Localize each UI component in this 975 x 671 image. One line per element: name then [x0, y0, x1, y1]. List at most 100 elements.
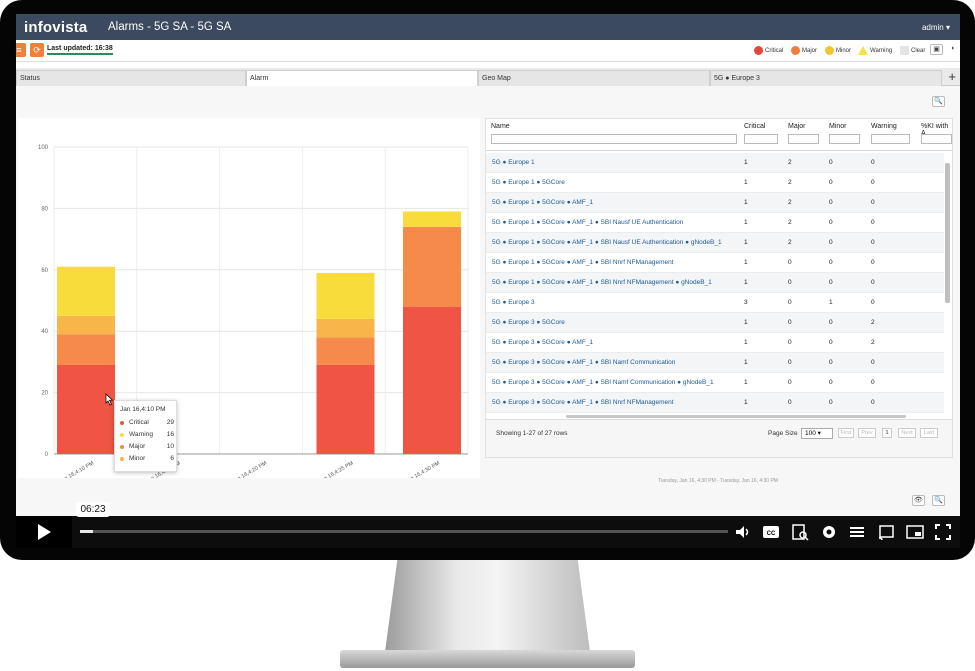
table-row[interactable]: 5G ● Europe 3 ● 5GCore ● AMF_1 1 0 0 2	[486, 333, 944, 353]
volume-icon[interactable]	[734, 523, 752, 541]
legend-critical[interactable]: Critical	[754, 46, 783, 55]
filter-critical-input[interactable]	[744, 134, 778, 144]
row-minor-count: 0	[829, 239, 833, 246]
col-major[interactable]: Major	[788, 123, 806, 130]
fullscreen-icon[interactable]	[934, 523, 952, 541]
tooltip-label: Minor	[129, 455, 146, 462]
row-minor-count: 0	[829, 159, 833, 166]
x-tick-label: Jan 16,4:20 PM	[232, 460, 269, 478]
filter-name-input[interactable]	[491, 134, 737, 144]
tooltip-label: Warning	[129, 431, 153, 438]
filter-major-input[interactable]	[788, 134, 819, 144]
first-page-button[interactable]: First	[838, 428, 854, 438]
bar-segment-major	[403, 226, 461, 307]
settings-gear-icon[interactable]	[820, 523, 838, 541]
legend-minor[interactable]: Minor	[825, 46, 851, 55]
row-name-link[interactable]: 5G ● Europe 1 ● 5GCore ● AMF_1 ● SBI Nau…	[492, 239, 722, 246]
row-critical-count: 1	[744, 199, 748, 206]
search-icon[interactable]: 🔍	[932, 495, 945, 506]
row-major-count: 2	[788, 219, 792, 226]
table-row[interactable]: 5G ● Europe 1 1 2 0 0	[486, 153, 944, 173]
table-row[interactable]: 5G ● Europe 1 ● 5GCore ● AMF_1 1 2 0 0	[486, 193, 944, 213]
filter-minor-input[interactable]	[829, 134, 860, 144]
table-scrollbar[interactable]	[945, 163, 950, 303]
row-name-link[interactable]: 5G ● Europe 1 ● 5GCore ● AMF_1	[492, 199, 593, 206]
row-critical-count: 1	[744, 239, 748, 246]
toolbar: ≡ ⟳ Last updated: 16:38 Critical Major M…	[16, 40, 960, 62]
cast-icon[interactable]	[877, 523, 895, 541]
row-name-link[interactable]: 5G ● Europe 1 ● 5GCore ● AMF_1 ● SBI Nnr…	[492, 259, 674, 266]
col-minor[interactable]: Minor	[829, 123, 847, 130]
row-major-count: 0	[788, 259, 792, 266]
table-row[interactable]: 5G ● Europe 1 ● 5GCore ● AMF_1 ● SBI Nau…	[486, 233, 944, 253]
legend-clear-label: Clear	[911, 48, 926, 55]
video-controls: CC	[16, 516, 960, 548]
pip-icon[interactable]	[906, 523, 924, 541]
row-major-count: 2	[788, 179, 792, 186]
tab-europe-3-label: 5G ● Europe 3	[714, 75, 760, 82]
row-name-link[interactable]: 5G ● Europe 1 ● 5GCore ● AMF_1 ● SBI Nau…	[492, 219, 683, 226]
table-row[interactable]: 5G ● Europe 3 ● 5GCore ● AMF_1 ● SBI Nam…	[486, 353, 944, 373]
row-name-link[interactable]: 5G ● Europe 3 ● 5GCore ● AMF_1 ● SBI Nam…	[492, 379, 714, 386]
tooltip-row-major: Major 10	[120, 443, 174, 453]
table-row[interactable]: 5G ● Europe 1 ● 5GCore ● AMF_1 ● SBI Nnr…	[486, 273, 944, 293]
table-row[interactable]: 5G ● Europe 1 ● 5GCore ● AMF_1 ● SBI Nau…	[486, 213, 944, 233]
row-minor-count: 0	[829, 219, 833, 226]
last-page-button[interactable]: Last	[920, 428, 938, 438]
col-name[interactable]: Name	[491, 123, 510, 130]
col-critical[interactable]: Critical	[744, 123, 765, 130]
table-row[interactable]: 5G ● Europe 3 3 0 1 0	[486, 293, 944, 313]
row-name-link[interactable]: 5G ● Europe 3 ● 5GCore ● AMF_1	[492, 339, 593, 346]
tab-status-label: Status	[20, 75, 40, 82]
table-row[interactable]: 5G ● Europe 3 ● 5GCore ● AMF_1 ● SBI Nnr…	[486, 393, 944, 413]
table-row[interactable]: 5G ● Europe 1 ● 5GCore 1 2 0 0	[486, 173, 944, 193]
row-name-link[interactable]: 5G ● Europe 1	[492, 159, 535, 166]
tab-alarm[interactable]: Alarm	[246, 70, 478, 86]
filter-ki-input[interactable]	[921, 134, 952, 144]
refresh-button[interactable]: ⟳	[30, 43, 44, 57]
play-button[interactable]	[16, 516, 72, 548]
table-hscrollbar[interactable]	[566, 415, 906, 418]
row-warning-count: 0	[871, 279, 875, 286]
minor-dot-icon	[120, 457, 124, 461]
table-row[interactable]: 5G ● Europe 1 ● 5GCore ● AMF_1 ● SBI Nnr…	[486, 253, 944, 273]
row-name-link[interactable]: 5G ● Europe 3 ● 5GCore ● AMF_1 ● SBI Nam…	[492, 359, 675, 366]
tab-europe-3[interactable]: 5G ● Europe 3	[710, 70, 942, 86]
video-progress-track[interactable]	[80, 530, 728, 533]
legend-clear[interactable]: Clear	[900, 46, 925, 55]
zoom-search-icon[interactable]: 🔍	[932, 96, 945, 107]
row-name-link[interactable]: 5G ● Europe 3	[492, 299, 535, 306]
row-name-link[interactable]: 5G ● Europe 1 ● 5GCore ● AMF_1 ● SBI Nnr…	[492, 279, 712, 286]
bar-segment-major	[57, 334, 115, 365]
transcript-icon[interactable]	[791, 523, 809, 541]
chapters-list-icon[interactable]	[848, 523, 866, 541]
next-page-button[interactable]: Next	[898, 428, 916, 438]
table-row[interactable]: 5G ● Europe 3 ● 5GCore 1 0 0 2	[486, 313, 944, 333]
add-tab-icon[interactable]: +	[948, 69, 956, 84]
prev-page-button[interactable]: Prev	[858, 428, 876, 438]
monitor-stand-base	[340, 650, 635, 668]
menu-button[interactable]: ≡	[16, 43, 26, 57]
filter-warning-input[interactable]	[871, 134, 910, 144]
tab-status[interactable]: Status	[16, 70, 246, 86]
row-minor-count: 0	[829, 319, 833, 326]
page-size-select[interactable]: 100 ▾	[801, 428, 833, 439]
legend-warning[interactable]: Warning	[858, 46, 892, 55]
row-name-link[interactable]: 5G ● Europe 1 ● 5GCore	[492, 179, 565, 186]
captions-icon[interactable]: CC	[762, 523, 780, 541]
row-name-link[interactable]: 5G ● Europe 3 ● 5GCore ● AMF_1 ● SBI Nnr…	[492, 399, 674, 406]
legend-major[interactable]: Major	[791, 46, 817, 55]
row-name-link[interactable]: 5G ● Europe 3 ● 5GCore	[492, 319, 565, 326]
x-tick-label: Jan 16,4:10 PM	[59, 460, 96, 478]
table-row[interactable]: 5G ● Europe 3 ● 5GCore ● AMF_1 ● SBI Nam…	[486, 373, 944, 393]
user-menu[interactable]: admin ▾	[922, 23, 950, 32]
col-warning[interactable]: Warning	[871, 123, 897, 130]
save-button[interactable]: ▣	[930, 44, 943, 55]
legend-critical-label: Critical	[765, 48, 784, 55]
row-warning-count: 0	[871, 379, 875, 386]
eye-icon[interactable]: 👁	[912, 495, 925, 506]
next-icon[interactable]: ◐	[947, 44, 960, 55]
current-page-button[interactable]: 1	[882, 428, 892, 438]
dashboard-content: 🔍 020406080100Jan 16,4:10 PMJan 16,4:15 …	[16, 86, 960, 516]
tab-geo-map[interactable]: Geo Map	[478, 70, 710, 86]
